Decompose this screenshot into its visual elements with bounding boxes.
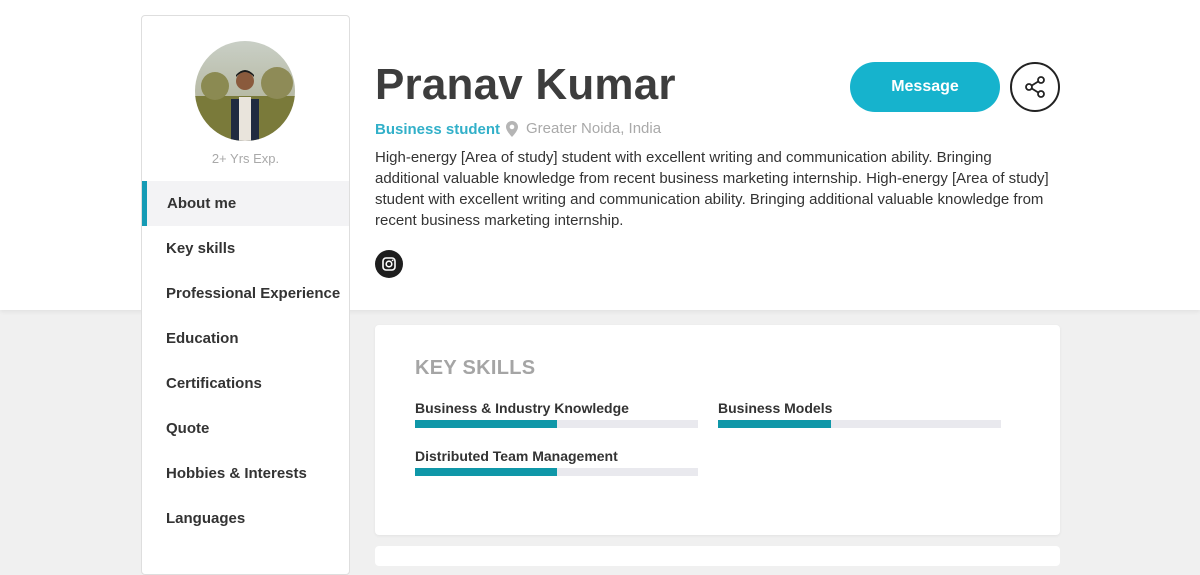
nav-item-quote[interactable]: Quote: [142, 406, 349, 451]
share-icon: [1025, 76, 1045, 98]
skill-name: Business Models: [718, 400, 833, 416]
experience-label: 2+ Yrs Exp.: [211, 151, 280, 166]
key-skills-card: KEY SKILLS Business & Industry Knowledge…: [375, 325, 1060, 535]
nav-item-key-skills[interactable]: Key skills: [142, 226, 349, 271]
skill-name: Business & Industry Knowledge: [415, 400, 629, 416]
skill-item: Business & Industry Knowledge: [415, 400, 698, 428]
nav-item-certifications[interactable]: Certifications: [142, 361, 349, 406]
profile-location: Greater Noida, India: [506, 120, 661, 137]
skill-bar-fill: [718, 420, 832, 428]
skill-bar-fill: [415, 420, 557, 428]
section-nav: About me Key skills Professional Experie…: [142, 181, 349, 541]
nav-item-professional-experience[interactable]: Professional Experience: [142, 271, 349, 316]
profile-name: Pranav Kumar: [375, 60, 676, 109]
skill-bar: [415, 468, 698, 476]
nav-item-education[interactable]: Education: [142, 316, 349, 361]
skill-bar: [718, 420, 1001, 428]
skill-item: Business Models: [718, 400, 1001, 428]
instagram-icon[interactable]: [375, 250, 403, 278]
skill-bar: [415, 420, 698, 428]
skill-bar-fill: [415, 468, 557, 476]
key-skills-title: KEY SKILLS: [415, 357, 536, 379]
next-section-card: [375, 546, 1060, 566]
profile-bio: High-energy [Area of study] student with…: [375, 149, 1049, 229]
location-text: Greater Noida, India: [526, 120, 662, 137]
skill-item: Distributed Team Management: [415, 448, 698, 476]
avatar: [195, 41, 295, 141]
profile-sidebar: 2+ Yrs Exp. About me Key skills Professi…: [141, 15, 350, 575]
nav-item-languages[interactable]: Languages: [142, 496, 349, 541]
skill-name: Distributed Team Management: [415, 448, 618, 464]
map-pin-icon: [506, 120, 518, 137]
nav-item-hobbies-interests[interactable]: Hobbies & Interests: [142, 451, 349, 496]
nav-item-about-me[interactable]: About me: [142, 181, 349, 226]
profile-role: Business student: [375, 121, 501, 138]
message-button[interactable]: Message: [850, 62, 1000, 112]
share-button[interactable]: [1010, 62, 1060, 112]
